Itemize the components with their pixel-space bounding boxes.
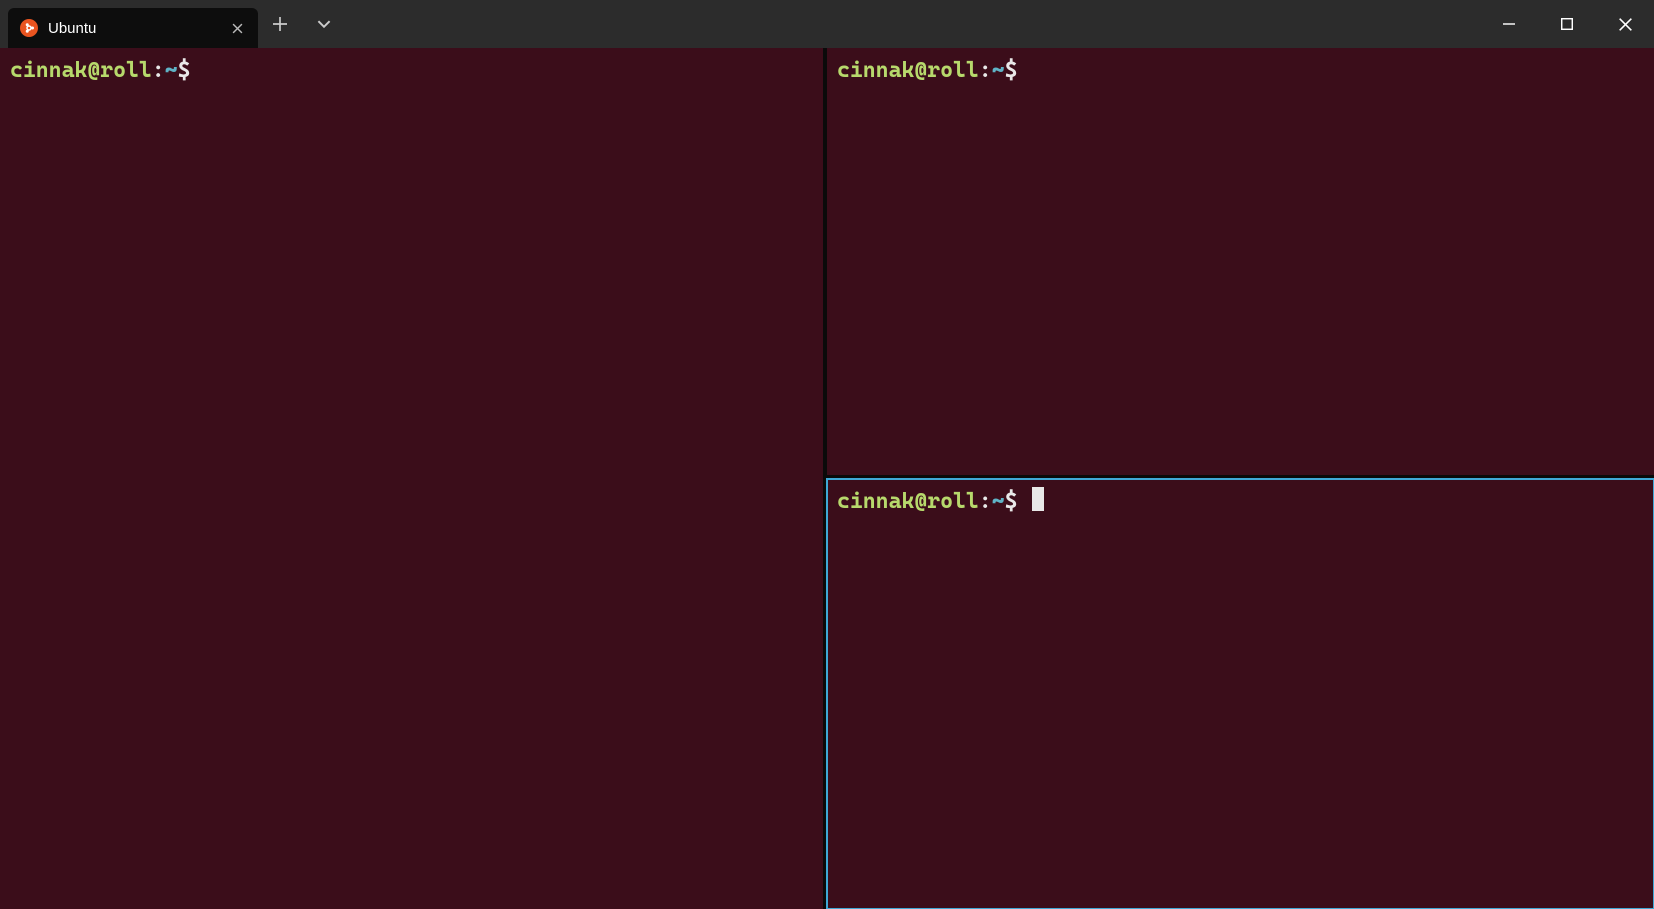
prompt-line: cinnak@roll:~$	[837, 487, 1644, 518]
titlebar[interactable]: Ubuntu	[0, 0, 1654, 48]
tab-dropdown-button[interactable]	[302, 0, 346, 48]
prompt-symbol: $	[178, 58, 191, 83]
prompt-symbol: $	[1005, 58, 1018, 83]
minimize-button[interactable]	[1480, 0, 1538, 48]
terminal-window: Ubuntu cinnak@r	[0, 0, 1654, 909]
prompt-path: ~	[165, 58, 178, 83]
prompt-path: ~	[992, 58, 1005, 83]
prompt-separator: :	[979, 489, 992, 514]
prompt-user: cinnak@roll	[837, 58, 979, 83]
prompt-separator: :	[979, 58, 992, 83]
prompt-user: cinnak@roll	[837, 489, 979, 514]
pane-left[interactable]: cinnak@roll:~$	[0, 48, 827, 909]
cursor-icon	[1032, 487, 1044, 511]
ubuntu-icon	[20, 19, 38, 37]
window-controls	[1480, 0, 1654, 48]
prompt-user: cinnak@roll	[10, 58, 152, 83]
prompt-separator: :	[152, 58, 165, 83]
pane-bottom-right-active[interactable]: cinnak@roll:~$	[827, 479, 1654, 909]
tab-strip: Ubuntu	[0, 0, 1480, 48]
tab-title: Ubuntu	[48, 20, 218, 37]
prompt-symbol: $	[1005, 489, 1018, 514]
close-window-button[interactable]	[1596, 0, 1654, 48]
new-tab-button[interactable]	[258, 0, 302, 48]
prompt-line: cinnak@roll:~$	[10, 56, 813, 87]
prompt-line: cinnak@roll:~$	[837, 56, 1644, 87]
prompt-path: ~	[992, 489, 1005, 514]
tab-ubuntu[interactable]: Ubuntu	[8, 8, 258, 48]
maximize-button[interactable]	[1538, 0, 1596, 48]
pane-top-right[interactable]: cinnak@roll:~$	[827, 48, 1654, 479]
pane-grid: cinnak@roll:~$ cinnak@roll:~$ cinnak@rol…	[0, 48, 1654, 909]
close-tab-button[interactable]	[228, 19, 246, 37]
